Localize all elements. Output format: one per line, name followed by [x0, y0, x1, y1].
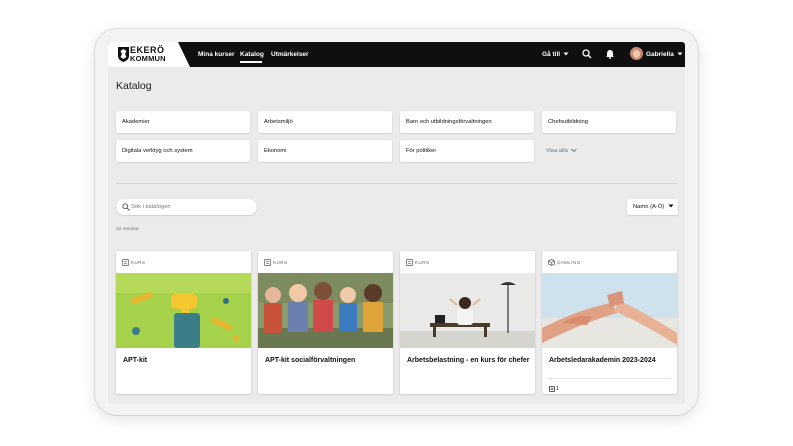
section-divider: [116, 183, 677, 184]
nav-item-my-courses[interactable]: Mina kurser: [198, 42, 235, 67]
caret-down-icon: [677, 52, 683, 56]
card-type-label: KURS: [131, 260, 146, 265]
course-icon: [406, 259, 413, 266]
card-type-label: SAMLING: [557, 260, 581, 265]
user-name: Gabriella: [646, 51, 674, 58]
card-type-label: KURS: [415, 260, 430, 265]
search-icon: [122, 203, 130, 211]
category-ekonomi[interactable]: Ekonomi: [258, 140, 392, 162]
card-title: Arbetsbelastning - en kurs för chefer: [407, 357, 530, 364]
card-type: SAMLING: [548, 259, 581, 267]
chevron-down-icon: [571, 148, 578, 153]
card-type: KURS: [264, 259, 288, 267]
course-card[interactable]: KURS APT-kit: [116, 251, 251, 394]
goto-label: Gå till: [542, 51, 561, 58]
category-barn-och-utbildning[interactable]: Barn och utbildningsförvaltningen: [400, 111, 534, 133]
user-menu[interactable]: Gabriella: [646, 42, 683, 67]
top-navigation-bar: EKERÖ KOMMUN Mina kurser Katalog Utmärke…: [108, 42, 685, 67]
collection-card[interactable]: SAMLING Arbetsledarakademin 2023-2024 1: [542, 251, 677, 394]
bell-icon[interactable]: [605, 49, 615, 59]
card-title: APT-kit: [123, 357, 148, 364]
collection-icon: [548, 259, 555, 266]
category-chefsutbildning[interactable]: Chefsutbildning: [542, 111, 676, 133]
hands-image: [542, 273, 677, 348]
office-image: [400, 273, 535, 348]
card-item-count: 1: [549, 386, 559, 392]
category-arbetsmiljo[interactable]: Arbetsmiljö: [258, 111, 392, 133]
card-divider: [548, 378, 671, 379]
caret-down-icon: [563, 52, 569, 56]
card-title: APT-kit socialförvaltningen: [265, 357, 356, 364]
category-for-politiker[interactable]: För politiker: [400, 140, 534, 162]
category-digitala-verktyg[interactable]: Digitala verktyg och system: [116, 140, 250, 162]
nav-item-awards[interactable]: Utmärkelser: [271, 42, 309, 67]
nav-active-indicator: [240, 61, 262, 63]
show-all-label: Visa alla: [546, 148, 568, 154]
search-icon[interactable]: [582, 49, 592, 59]
page-title: Katalog: [116, 80, 152, 92]
course-card[interactable]: KURS Arbetsbelastning - en kurs för chef…: [400, 251, 535, 394]
card-type: KURS: [406, 259, 430, 267]
avatar[interactable]: [630, 47, 643, 60]
course-icon: [549, 386, 555, 392]
card-count-value: 1: [556, 386, 560, 392]
sort-label: Namn (A-Ö): [633, 204, 665, 210]
course-card[interactable]: KURS APT-kit socialförvaltningen: [258, 251, 393, 394]
catalog-search[interactable]: [116, 199, 257, 215]
course-icon: [264, 259, 271, 266]
lego-image: [116, 273, 251, 348]
shield-icon: [118, 47, 129, 62]
goto-dropdown[interactable]: Gå till: [542, 42, 569, 67]
course-icon: [122, 259, 129, 266]
children-image: [258, 273, 393, 348]
logo-text-line2: KOMMUN: [130, 54, 166, 63]
show-all-link[interactable]: Visa alla: [546, 140, 578, 162]
results-count: 42 resultat: [116, 227, 139, 232]
avatar-face: [633, 50, 640, 58]
search-input[interactable]: [131, 201, 251, 213]
caret-down-icon: [668, 204, 674, 208]
logo[interactable]: EKERÖ KOMMUN: [108, 42, 190, 67]
category-akademier[interactable]: Akademier: [116, 111, 250, 133]
nav-item-catalog[interactable]: Katalog: [240, 42, 264, 67]
sort-dropdown[interactable]: Namn (A-Ö): [627, 199, 678, 215]
app-screen: EKERÖ KOMMUN Mina kurser Katalog Utmärke…: [108, 42, 685, 404]
card-type-label: KURS: [273, 260, 288, 265]
card-title: Arbetsledarakademin 2023-2024: [549, 357, 656, 364]
card-type: KURS: [122, 259, 146, 267]
